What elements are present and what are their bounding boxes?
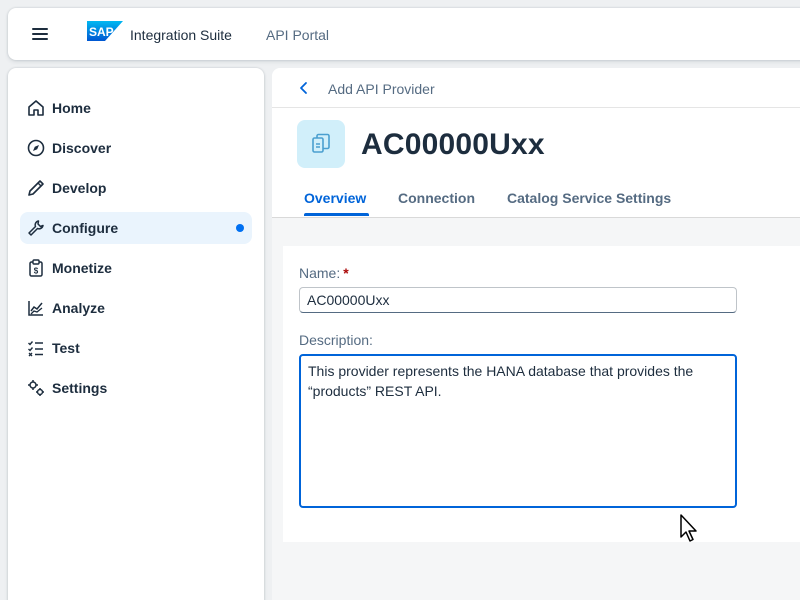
mouse-pointer-icon [680, 514, 697, 542]
main-content: Add API Provider AC00000Uxx Overview Con… [272, 68, 800, 600]
sidebar-item-label: Monetize [52, 260, 112, 276]
api-provider-icon [312, 133, 330, 153]
sidebar-item-settings[interactable]: Settings [20, 372, 252, 404]
required-asterisk: * [343, 265, 349, 281]
tab-catalog-service-settings[interactable]: Catalog Service Settings [507, 190, 671, 206]
description-label: Description: [299, 332, 373, 348]
selected-tab-indicator [304, 213, 369, 216]
secondary-title: API Portal [266, 27, 330, 43]
sidebar-item-discover[interactable]: Discover [20, 132, 252, 164]
tab-connection[interactable]: Connection [398, 190, 475, 206]
gears-icon [28, 380, 44, 396]
shell-bar: SAP Integration Suite API Portal [8, 8, 800, 60]
compass-icon [27, 139, 45, 157]
sidebar-item-configure[interactable]: Configure [20, 212, 252, 244]
description-textarea[interactable]: This provider represents the HANA databa… [299, 354, 737, 508]
name-label: Name: * [299, 265, 349, 281]
object-avatar [297, 120, 345, 168]
area-chart-icon [28, 301, 43, 316]
name-input[interactable]: AC00000Uxx [299, 287, 737, 313]
provider-form: Name: * AC00000Uxx Description: This prov… [283, 246, 800, 542]
svg-text:$: $ [34, 267, 39, 276]
active-indicator-dot [236, 224, 244, 232]
pencil-icon [28, 180, 44, 196]
sidebar-item-label: Settings [52, 380, 108, 396]
sidebar-item-monetize[interactable]: $ Monetize [20, 252, 252, 284]
sidebar-item-analyze[interactable]: Analyze [20, 292, 252, 324]
back-chevron-icon[interactable] [296, 80, 312, 96]
breadcrumb: Add API Provider [272, 68, 800, 108]
sidebar-item-label: Discover [52, 140, 112, 156]
breadcrumb-label: Add API Provider [328, 81, 435, 97]
page-title: AC00000Uxx [361, 128, 545, 161]
hamburger-menu-icon[interactable] [28, 25, 52, 43]
sidebar-item-test[interactable]: Test [20, 332, 252, 364]
tab-overview[interactable]: Overview [304, 190, 366, 206]
sidebar-item-home[interactable]: Home [20, 92, 252, 124]
wrench-icon [28, 220, 44, 236]
checklist-icon [28, 341, 43, 357]
side-navigation: Home Discover Develop Configure $ Moneti… [8, 68, 264, 600]
sidebar-item-label: Test [52, 340, 80, 356]
home-icon [28, 100, 44, 116]
clipboard-dollar-icon: $ [29, 259, 43, 277]
sidebar-item-develop[interactable]: Develop [20, 172, 252, 204]
sap-logo[interactable]: SAP [87, 21, 123, 41]
object-page-header: Add API Provider AC00000Uxx Overview Con… [272, 68, 800, 218]
sidebar-item-label: Home [52, 100, 91, 116]
product-name[interactable]: Integration Suite [130, 27, 232, 43]
sidebar-item-label: Analyze [52, 300, 105, 316]
sidebar-item-label: Configure [52, 220, 119, 236]
svg-text:SAP: SAP [89, 25, 114, 39]
sidebar-item-label: Develop [52, 180, 107, 196]
